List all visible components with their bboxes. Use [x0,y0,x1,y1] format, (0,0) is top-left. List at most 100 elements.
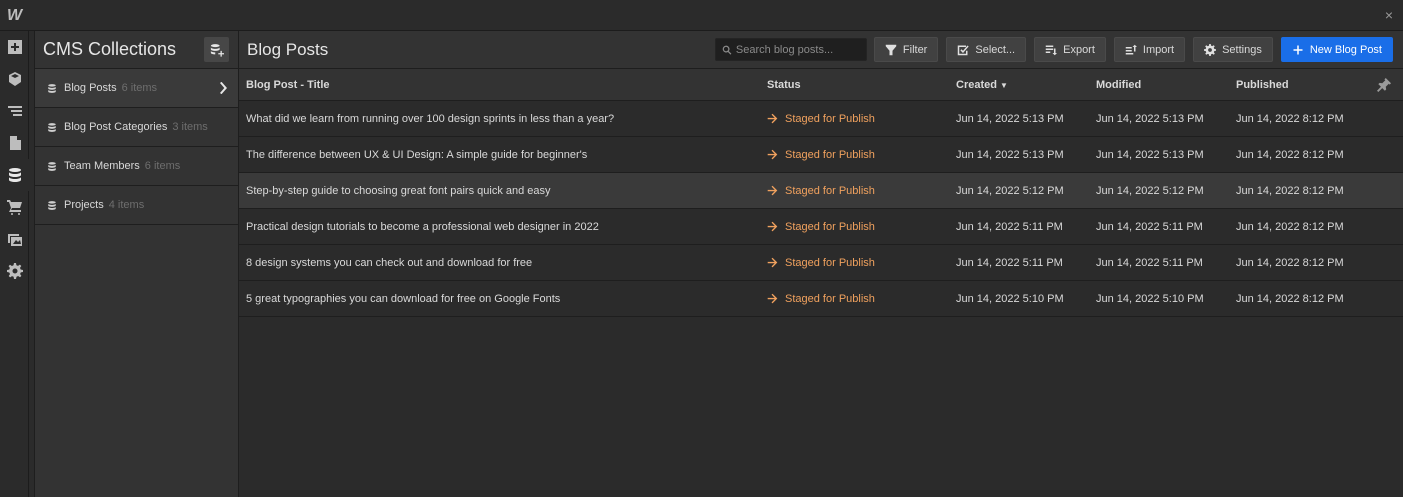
column-header-title[interactable]: Blog Post - Title [239,79,761,91]
arrow-right-icon [767,113,778,124]
column-header-status[interactable]: Status [761,79,950,91]
export-icon [1045,45,1058,55]
gear-icon [1204,43,1217,56]
cell-published: Jun 14, 2022 8:12 PM [1236,148,1344,161]
cell-created: Jun 14, 2022 5:12 PM [956,184,1064,197]
page-title: Blog Posts [247,39,329,59]
cell-published: Jun 14, 2022 8:12 PM [1236,184,1344,197]
search-icon [722,45,732,55]
table-row[interactable]: 5 great typographies you can download fo… [239,281,1403,317]
cell-status: Staged for Publish [761,293,950,305]
collection-item-projects[interactable]: Projects 4 items [35,186,238,225]
cell-modified: Jun 14, 2022 5:11 PM [1096,256,1203,269]
table-row[interactable]: Step-by-step guide to choosing great fon… [239,173,1403,209]
settings-button[interactable]: Settings [1193,37,1273,62]
collections-header: CMS Collections [35,31,238,69]
cell-created: Jun 14, 2022 5:11 PM [956,220,1063,233]
table-header: Blog Post - Title Status Created ▼ Modifi… [239,69,1403,101]
settings-icon[interactable] [0,255,29,287]
chevron-right-icon [218,81,228,95]
cell-published: Jun 14, 2022 8:12 PM [1236,292,1344,305]
select-label: Select... [975,43,1016,56]
import-label: Import [1142,43,1175,56]
assets-icon[interactable] [0,223,29,255]
cell-published: Jun 14, 2022 8:12 PM [1236,220,1344,233]
arrow-right-icon [767,293,778,304]
cell-status: Staged for Publish [761,221,950,233]
main-header: Blog Posts Filter Select... Export Impor… [239,31,1403,69]
export-button[interactable]: Export [1034,37,1106,62]
collection-count: 6 items [144,160,181,172]
add-panel-icon[interactable] [0,31,29,63]
export-label: Export [1063,43,1095,56]
cell-created: Jun 14, 2022 5:11 PM [956,256,1063,269]
cell-title: Practical design tutorials to become a p… [246,220,599,233]
collection-name: Team Members [64,160,140,172]
column-header-created[interactable]: Created ▼ [950,79,1090,91]
cell-modified: Jun 14, 2022 5:13 PM [1096,112,1204,125]
arrow-right-icon [767,221,778,232]
pin-icon[interactable] [1377,78,1391,92]
filter-button[interactable]: Filter [873,37,939,62]
new-blog-post-button[interactable]: New Blog Post [1280,37,1393,62]
cell-modified: Jun 14, 2022 5:12 PM [1096,184,1204,197]
pages-icon[interactable] [0,127,29,159]
plus-icon [1293,45,1303,54]
checkbox-icon [958,45,969,55]
ecommerce-icon[interactable] [0,191,29,223]
collections-title: CMS Collections [43,39,177,59]
table-row[interactable]: Practical design tutorials to become a p… [239,209,1403,245]
cell-published: Jun 14, 2022 8:12 PM [1236,256,1344,269]
collection-item-team-members[interactable]: Team Members 6 items [35,147,238,186]
cms-collections-panel: CMS Collections Blog Posts 6 items Blog … [34,31,239,497]
cell-published: Jun 14, 2022 8:12 PM [1236,112,1344,125]
column-header-published[interactable]: Published [1230,79,1380,91]
cell-title: Step-by-step guide to choosing great fon… [246,184,551,197]
search-input[interactable] [735,43,864,56]
webflow-logo[interactable]: W [0,0,29,31]
cell-title: The difference between UX & UI Design: A… [246,148,588,161]
cell-status: Staged for Publish [761,185,950,197]
cell-created: Jun 14, 2022 5:13 PM [956,112,1064,125]
select-button[interactable]: Select... [946,37,1027,62]
add-collection-button[interactable] [204,37,229,62]
search-box[interactable] [714,38,867,61]
arrow-right-icon [767,149,778,160]
import-button[interactable]: Import [1113,37,1186,62]
cell-title: 5 great typographies you can download fo… [246,292,561,305]
add-collection-icon [210,43,224,57]
top-bar: W × [0,0,1403,31]
sort-descending-icon: ▼ [999,80,1008,90]
left-toolbar [0,31,29,497]
table-row[interactable]: What did we learn from running over 100 … [239,101,1403,137]
arrow-right-icon [767,257,778,268]
column-header-modified[interactable]: Modified [1090,79,1230,91]
collection-count: 6 items [121,82,158,94]
filter-icon [885,44,897,55]
cell-title: 8 design systems you can check out and d… [246,256,533,269]
database-icon [48,200,56,210]
collection-name: Blog Posts [64,82,117,94]
cell-status: Staged for Publish [761,113,950,125]
collection-count: 3 items [172,121,208,133]
database-icon [48,122,56,132]
collection-item-blog-post-categories[interactable]: Blog Post Categories 3 items [35,108,238,147]
arrow-right-icon [767,185,778,196]
table-row[interactable]: The difference between UX & UI Design: A… [239,137,1403,173]
cell-created: Jun 14, 2022 5:13 PM [956,148,1064,161]
database-icon [48,83,56,93]
database-icon [48,161,56,171]
navigator-icon[interactable] [0,95,29,127]
close-icon[interactable]: × [1381,7,1397,23]
cms-icon[interactable] [0,159,29,191]
cell-modified: Jun 14, 2022 5:10 PM [1096,292,1204,305]
cell-modified: Jun 14, 2022 5:13 PM [1096,148,1204,161]
table-row[interactable]: 8 design systems you can check out and d… [239,245,1403,281]
components-icon[interactable] [0,63,29,95]
filter-label: Filter [902,43,928,56]
collection-count: 4 items [108,199,145,211]
cell-modified: Jun 14, 2022 5:11 PM [1096,220,1203,233]
collection-item-blog-posts[interactable]: Blog Posts 6 items [35,69,238,108]
new-blog-post-label: New Blog Post [1309,43,1382,56]
settings-label: Settings [1222,43,1262,56]
